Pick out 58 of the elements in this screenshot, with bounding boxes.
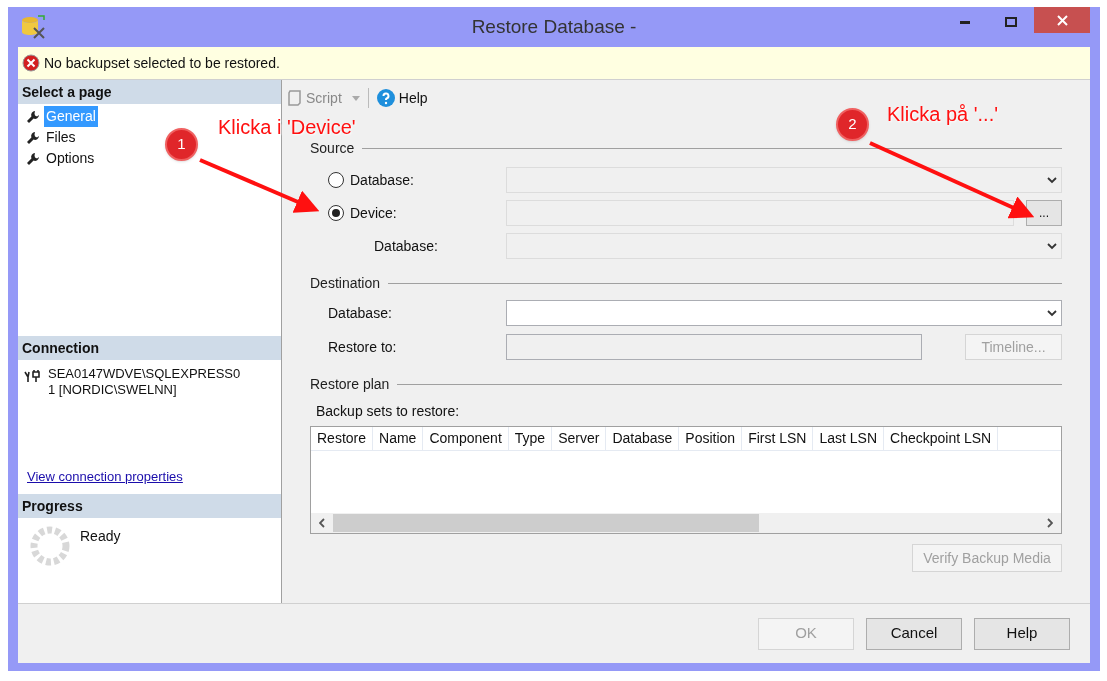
column-header[interactable]: First LSN bbox=[742, 427, 814, 450]
field-label: Database: bbox=[373, 236, 439, 256]
column-header[interactable]: Restore bbox=[311, 427, 374, 450]
plug-icon bbox=[24, 369, 40, 383]
wrench-icon bbox=[26, 151, 40, 166]
dialog-button[interactable]: Help bbox=[974, 617, 1070, 650]
annotation-text: Klicka på '...' bbox=[887, 103, 998, 125]
group-label: Restore plan bbox=[310, 375, 390, 394]
dialog-button[interactable]: Cancel bbox=[866, 617, 962, 650]
wrench-icon bbox=[26, 130, 40, 145]
progress-status: Ready bbox=[80, 527, 121, 546]
radio-button[interactable] bbox=[328, 205, 344, 221]
dropdown-arrow-icon bbox=[351, 95, 360, 101]
database-icon bbox=[20, 14, 46, 40]
radio-button[interactable] bbox=[328, 172, 344, 188]
column-header[interactable]: Server bbox=[552, 427, 607, 450]
section-header: Select a page bbox=[18, 80, 281, 104]
field-label: Restore to: bbox=[328, 337, 398, 357]
connection-properties-link[interactable]: View connection properties bbox=[27, 469, 183, 484]
window-title: Restore Database - bbox=[471, 14, 637, 39]
column-header[interactable]: Name bbox=[373, 427, 424, 450]
section-header: Progress bbox=[18, 494, 281, 518]
annotation-text: Klicka i 'Device' bbox=[218, 116, 356, 138]
page-item[interactable]: Files bbox=[44, 127, 78, 148]
field-label: Database: bbox=[328, 303, 393, 323]
maximize-icon bbox=[1005, 17, 1017, 27]
column-header[interactable]: Last LSN bbox=[813, 427, 885, 450]
column-header[interactable]: Position bbox=[679, 427, 743, 450]
help-button[interactable]: Help bbox=[376, 87, 428, 109]
radio-label: Database: bbox=[350, 170, 414, 190]
scroll-left-icon bbox=[319, 518, 325, 528]
horizontal-scrollbar[interactable] bbox=[311, 513, 1061, 533]
alert-message: No backupset selected to be restored. bbox=[44, 53, 280, 73]
column-header[interactable]: Database bbox=[606, 427, 680, 450]
database-combo[interactable] bbox=[506, 300, 1062, 326]
page-item[interactable]: Options bbox=[44, 148, 97, 169]
group-label: Destination bbox=[310, 274, 381, 293]
column-header[interactable]: Checkpoint LSN bbox=[884, 427, 999, 450]
server-name: SEA0147WDVE\SQLEXPRESS01 [NORDIC\SWELNN] bbox=[48, 366, 242, 399]
column-header[interactable]: Component bbox=[423, 427, 509, 450]
progress-spinner-icon bbox=[30, 526, 70, 566]
database-combo[interactable] bbox=[506, 167, 1062, 193]
database-combo[interactable] bbox=[506, 233, 1062, 259]
minimize-icon bbox=[960, 20, 970, 24]
scroll-right-icon bbox=[1047, 518, 1053, 528]
wrench-icon bbox=[26, 109, 40, 124]
radio-label: Device: bbox=[350, 203, 397, 223]
browse-button[interactable]: ... bbox=[1026, 200, 1062, 226]
error-icon bbox=[22, 54, 40, 72]
column-header[interactable]: Type bbox=[508, 427, 553, 450]
section-header: Connection bbox=[18, 336, 281, 360]
close-button[interactable] bbox=[1034, 7, 1090, 33]
device-field[interactable] bbox=[506, 200, 1014, 226]
close-icon bbox=[1056, 14, 1068, 26]
group-label: Source bbox=[310, 139, 355, 158]
restore-to-field[interactable] bbox=[506, 334, 922, 360]
help-icon bbox=[376, 89, 395, 107]
table-label: Backup sets to restore: bbox=[316, 402, 461, 421]
